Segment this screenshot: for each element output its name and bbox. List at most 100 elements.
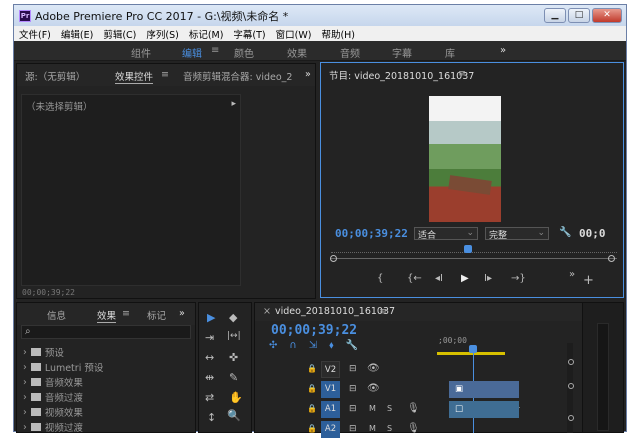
timeline-playhead[interactable]	[469, 345, 477, 353]
workspace-audio[interactable]: 音频	[340, 45, 360, 60]
menu-clip[interactable]: 剪辑(C)	[98, 27, 141, 41]
expand-arrow-icon[interactable]: ▸	[231, 99, 236, 109]
hand-tool-icon[interactable]: ✋	[229, 391, 243, 404]
menu-edit[interactable]: 编辑(E)	[56, 27, 98, 41]
track-label-a2[interactable]: A2	[321, 421, 340, 438]
expand-icon: ›	[23, 421, 27, 433]
lock-icon[interactable]: 🔒	[307, 404, 317, 413]
step-back-button[interactable]: ◂I	[435, 273, 443, 284]
tab-effect-controls[interactable]: 效果控件	[115, 69, 154, 84]
tab-markers[interactable]: 标记	[147, 308, 166, 322]
zoom-scrollbar[interactable]	[331, 258, 617, 259]
menu-title[interactable]: 字幕(T)	[228, 27, 270, 41]
effects-menu-icon[interactable]: ≡	[122, 308, 130, 319]
tree-item-audio-effects[interactable]: › 音频效果	[23, 375, 83, 390]
lock-icon[interactable]: 🔒	[307, 364, 317, 373]
zoom-right-handle[interactable]	[608, 255, 615, 262]
track-label-v2[interactable]: V2	[321, 361, 340, 378]
program-playhead[interactable]	[464, 245, 472, 253]
workspace-bar: 组件 编辑 ≡ 颜色 效果 音频 字幕 库 »	[14, 41, 626, 61]
tab-source[interactable]: 源:（无剪辑）	[25, 69, 85, 83]
quality-dropdown[interactable]: 完整 ⌄	[485, 227, 549, 241]
mute-button[interactable]: M	[369, 404, 376, 413]
sync-icon[interactable]: ⊟	[349, 364, 357, 374]
workspace-libraries[interactable]: 库	[445, 45, 455, 60]
timeline-tab-title[interactable]: video_20181010_161037	[275, 306, 395, 317]
sync-icon[interactable]: ⊟	[349, 424, 357, 434]
menu-markers[interactable]: 标记(M)	[184, 27, 229, 41]
go-to-out-button[interactable]: →}	[511, 273, 526, 284]
menu-window[interactable]: 窗口(W)	[271, 27, 317, 41]
audio-clip[interactable]: □	[449, 401, 519, 418]
slide-tool-icon[interactable]: ⇄	[205, 391, 214, 404]
tab-menu-icon[interactable]: ≡	[161, 69, 169, 80]
effects-more-icon[interactable]: »	[179, 308, 185, 319]
expand-icon: ›	[23, 346, 27, 358]
solo-button[interactable]: S	[387, 404, 392, 413]
tab-effects[interactable]: 效果	[97, 308, 117, 323]
transport-more-icon[interactable]: »	[569, 269, 575, 280]
menu-file[interactable]: 文件(F)	[14, 27, 56, 41]
workspace-titles[interactable]: 字幕	[392, 45, 412, 60]
scroll-handle-mid[interactable]	[568, 383, 574, 389]
expand-icon: ›	[23, 361, 27, 373]
minimize-button[interactable]: ▁	[544, 8, 566, 23]
eye-icon[interactable]: 👁	[367, 383, 380, 394]
tab-audio-clip-mixer[interactable]: 音频剪辑混合器: video_2	[183, 69, 292, 83]
effect-controls-panel: 源:（无剪辑） 效果控件 ≡ 音频剪辑混合器: video_2 » （未选择剪辑…	[16, 63, 316, 299]
menu-help[interactable]: 帮助(H)	[316, 27, 360, 41]
type-tool-icon[interactable]: ↕	[207, 411, 216, 424]
workspace-assembly[interactable]: 组件	[131, 45, 151, 60]
panel-more-icon[interactable]: »	[305, 69, 311, 80]
selection-tool-icon[interactable]: ▶	[207, 311, 215, 324]
slip-tool-icon[interactable]: ⇹	[205, 371, 214, 384]
program-menu-icon[interactable]: ≡	[458, 68, 466, 79]
maximize-button[interactable]: □	[568, 8, 590, 23]
program-timecode: 00;00;39;22	[335, 227, 408, 240]
fit-dropdown[interactable]: 适合 ⌄	[414, 227, 478, 241]
workspace-effects[interactable]: 效果	[287, 45, 307, 60]
workspace-menu-icon[interactable]: ≡	[211, 45, 219, 56]
wrench-icon[interactable]: 🔧	[559, 227, 571, 238]
eye-icon[interactable]: 👁	[367, 363, 380, 374]
tree-item-video-effects[interactable]: › 视频效果	[23, 405, 83, 420]
zoom-tool-icon[interactable]: 🔍	[227, 409, 241, 422]
tree-item-presets[interactable]: › 预设	[23, 345, 64, 360]
track-label-a1[interactable]: A1	[321, 401, 340, 418]
zoom-left-handle[interactable]	[330, 255, 337, 262]
video-clip[interactable]: ▣ video_2018101	[449, 381, 520, 411]
add-button[interactable]: +	[583, 273, 594, 288]
timeline-close-icon[interactable]: ×	[263, 306, 271, 317]
play-button[interactable]: ▶	[461, 273, 469, 284]
effects-search-input[interactable]: ⌕	[21, 325, 191, 339]
pen-tool-icon[interactable]: ✎	[229, 371, 238, 384]
track-label-v1[interactable]: V1	[321, 381, 340, 398]
ripple-edit-tool-icon[interactable]: ⇥	[205, 331, 214, 344]
microphone-icon[interactable]: 🎙	[407, 423, 420, 434]
tab-info[interactable]: 信息	[47, 308, 66, 322]
razor-tool-icon[interactable]: ✜	[229, 351, 238, 364]
tree-item-audio-transitions[interactable]: › 音频过渡	[23, 390, 83, 405]
timeline-menu-icon[interactable]: ≡	[379, 306, 387, 317]
scroll-handle-bottom[interactable]	[568, 415, 574, 421]
sync-icon[interactable]: ⊟	[349, 404, 357, 414]
menu-sequence[interactable]: 序列(S)	[141, 27, 183, 41]
lock-icon[interactable]: 🔒	[307, 384, 317, 393]
workspace-color[interactable]: 颜色	[234, 45, 254, 60]
sync-icon[interactable]: ⊟	[349, 384, 357, 394]
scroll-handle-top[interactable]	[568, 359, 574, 365]
workspace-editing[interactable]: 编辑	[182, 45, 202, 60]
search-icon: ⌕	[25, 326, 31, 337]
rate-stretch-tool-icon[interactable]: ↔	[205, 351, 214, 364]
microphone-icon[interactable]: 🎙	[407, 403, 420, 414]
track-select-tool-icon[interactable]: ◆	[229, 311, 237, 324]
tree-item-lumetri-presets[interactable]: › Lumetri 预设	[23, 360, 103, 375]
close-button[interactable]: ✕	[592, 8, 622, 23]
expand-icon: ›	[23, 406, 27, 418]
rolling-edit-tool-icon[interactable]: |↔|	[227, 331, 241, 341]
video-frame-image	[429, 96, 501, 222]
step-forward-button[interactable]: I▸	[484, 273, 492, 284]
go-to-in-button[interactable]: {←	[407, 273, 422, 284]
workspace-more-icon[interactable]: »	[500, 45, 506, 56]
mark-in-button[interactable]: {	[377, 273, 383, 284]
